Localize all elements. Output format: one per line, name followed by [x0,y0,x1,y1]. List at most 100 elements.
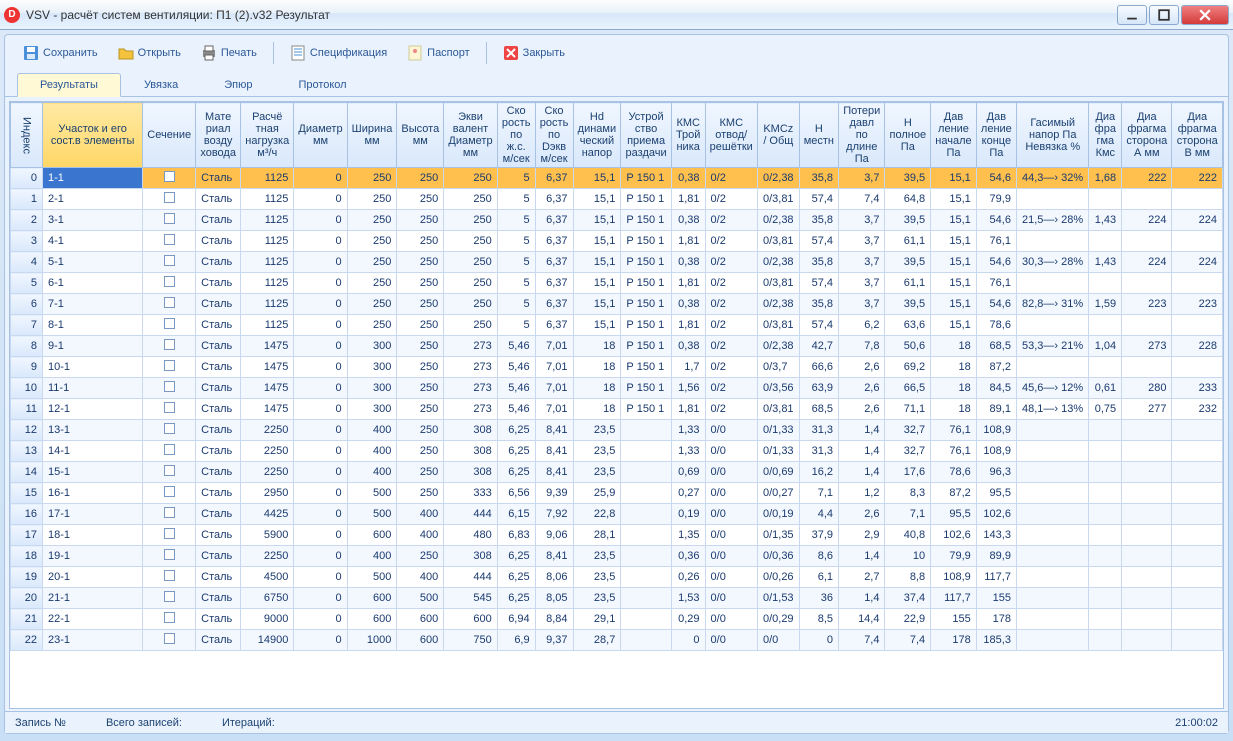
cell[interactable]: 3,7 [839,168,885,189]
cell[interactable]: 8,3 [885,483,931,504]
cell[interactable]: 0/2 [705,252,757,273]
cell[interactable]: 300 [347,336,397,357]
cell[interactable]: 7,1 [799,483,838,504]
cell[interactable]: 250 [397,420,444,441]
cell[interactable] [1172,588,1223,609]
cell[interactable]: 1,4 [839,546,885,567]
cell[interactable]: 87,2 [976,357,1016,378]
cell[interactable]: 14900 [241,630,294,651]
cell[interactable]: 0 [294,231,347,252]
cell[interactable]: 8,41 [535,462,573,483]
cell[interactable]: 0 [294,504,347,525]
cell[interactable]: 500 [347,504,397,525]
cell[interactable]: 0/3,81 [757,189,799,210]
cell[interactable] [143,462,196,483]
cell[interactable]: 2,9 [839,525,885,546]
cell[interactable]: 250 [347,210,397,231]
cell[interactable]: 6,83 [497,525,535,546]
cell[interactable]: Сталь [196,441,241,462]
cell[interactable] [143,357,196,378]
cell[interactable]: Р 150 1 [621,294,672,315]
checkbox[interactable] [164,381,175,392]
cell[interactable]: 117,7 [931,588,977,609]
cell[interactable]: 250 [397,168,444,189]
cell[interactable] [621,504,672,525]
tab-uvyazka[interactable]: Увязка [121,73,201,96]
cell[interactable]: 5,46 [497,378,535,399]
col-header[interactable]: Hd динами ческий напор [573,103,621,168]
cell[interactable]: Р 150 1 [621,252,672,273]
col-header[interactable]: Дав ление конце Па [976,103,1016,168]
cell[interactable]: 8,05 [535,588,573,609]
cell[interactable]: 54,6 [976,168,1016,189]
cell[interactable]: Сталь [196,336,241,357]
cell[interactable]: 250 [397,399,444,420]
cell[interactable] [621,588,672,609]
cell[interactable]: 2 [11,210,43,231]
cell[interactable]: 3,7 [839,210,885,231]
cell[interactable]: 15,1 [573,252,621,273]
cell[interactable]: 57,4 [799,231,838,252]
cell[interactable]: 1125 [241,273,294,294]
cell[interactable]: 7,01 [535,399,573,420]
cell[interactable]: 31,3 [799,441,838,462]
cell[interactable] [1172,315,1223,336]
cell[interactable]: 222 [1122,168,1172,189]
cell[interactable]: 250 [397,483,444,504]
maximize-button[interactable] [1149,5,1179,25]
cell[interactable]: 5,46 [497,399,535,420]
cell[interactable]: 5 [497,252,535,273]
cell[interactable]: 250 [444,231,498,252]
cell[interactable] [1016,441,1089,462]
cell[interactable]: 89,9 [976,546,1016,567]
cell[interactable]: 1,81 [671,231,705,252]
cell[interactable]: 0/0 [705,567,757,588]
cell[interactable]: 108,9 [976,420,1016,441]
cell[interactable]: 4-1 [43,231,143,252]
cell[interactable]: 1,04 [1089,336,1122,357]
cell[interactable]: 7-1 [43,294,143,315]
cell[interactable] [1122,231,1172,252]
cell[interactable] [1122,504,1172,525]
table-row[interactable]: 1718-1Сталь590006004004806,839,0628,11,3… [11,525,1223,546]
checkbox[interactable] [164,213,175,224]
cell[interactable] [1089,231,1122,252]
cell[interactable]: 0/2 [705,336,757,357]
cell[interactable]: 2,7 [839,567,885,588]
table-row[interactable]: 12-1Сталь1125025025025056,3715,1Р 150 11… [11,189,1223,210]
cell[interactable]: 6,37 [535,273,573,294]
cell[interactable]: 300 [347,399,397,420]
cell[interactable]: Р 150 1 [621,357,672,378]
cell[interactable]: 7,4 [839,630,885,651]
cell[interactable]: 18 [11,546,43,567]
cell[interactable]: 6,15 [497,504,535,525]
cell[interactable] [1089,315,1122,336]
cell[interactable] [1089,567,1122,588]
checkbox[interactable] [164,318,175,329]
col-header[interactable]: Расчё тная нагрузка м³/ч [241,103,294,168]
cell[interactable]: 23-1 [43,630,143,651]
cell[interactable]: 0/2 [705,168,757,189]
cell[interactable]: 0 [294,630,347,651]
minimize-button[interactable] [1117,5,1147,25]
cell[interactable]: 0/1,35 [757,525,799,546]
cell[interactable]: 1,7 [671,357,705,378]
cell[interactable]: 96,3 [976,462,1016,483]
cell[interactable]: 117,7 [976,567,1016,588]
cell[interactable]: 0 [294,189,347,210]
cell[interactable] [1122,609,1172,630]
cell[interactable]: 12-1 [43,399,143,420]
cell[interactable]: 35,8 [799,294,838,315]
cell[interactable] [621,525,672,546]
cell[interactable]: 500 [397,588,444,609]
cell[interactable] [1016,567,1089,588]
cell[interactable]: 0/2 [705,210,757,231]
cell[interactable]: 273 [444,399,498,420]
cell[interactable]: 1125 [241,210,294,231]
checkbox[interactable] [164,612,175,623]
cell[interactable]: 0/0 [705,588,757,609]
cell[interactable]: 250 [397,273,444,294]
cell[interactable]: 9 [11,357,43,378]
cell[interactable]: 1,68 [1089,168,1122,189]
cell[interactable]: 600 [397,630,444,651]
